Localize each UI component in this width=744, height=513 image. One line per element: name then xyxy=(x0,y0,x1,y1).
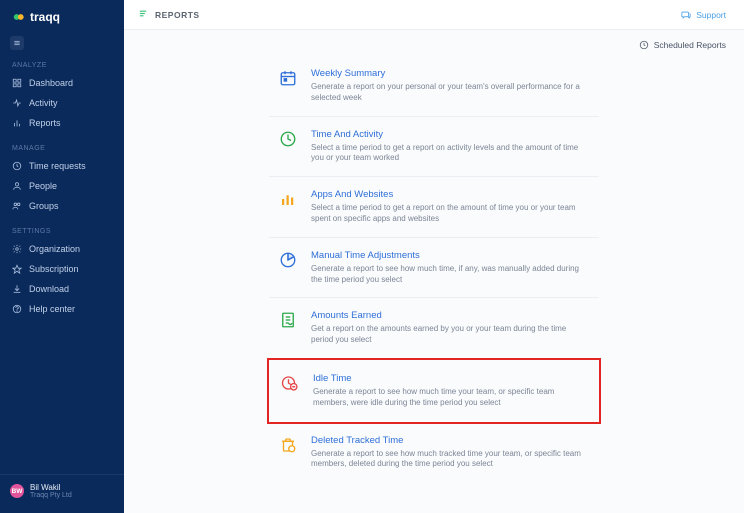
sidebar-item-label: Organization xyxy=(29,244,80,254)
nav-section-manage: MANAGE xyxy=(0,133,124,156)
sidebar-item-label: People xyxy=(29,181,57,191)
sidebar-item-groups[interactable]: Groups xyxy=(0,196,124,216)
receipt-icon xyxy=(279,311,297,329)
support-button[interactable]: Support xyxy=(681,10,726,20)
sidebar-item-label: Reports xyxy=(29,118,61,128)
sidebar-item-people[interactable]: People xyxy=(0,176,124,196)
report-item-amounts-earned[interactable]: Amounts Earned Get a report on the amoun… xyxy=(269,298,599,359)
calendar-icon xyxy=(279,69,297,87)
report-desc: Generate a report to see how much time, … xyxy=(311,264,589,286)
reports-mini-icon xyxy=(138,8,149,22)
pie-icon xyxy=(279,251,297,269)
groups-icon xyxy=(12,201,22,211)
sidebar-item-label: Help center xyxy=(29,304,75,314)
report-item-manual-time-adjustments[interactable]: Manual Time Adjustments Generate a repor… xyxy=(269,238,599,299)
report-desc: Get a report on the amounts earned by yo… xyxy=(311,324,589,346)
report-title: Deleted Tracked Time xyxy=(311,435,589,446)
sidebar: traqq ANALYZE Dashboard Activity Reports… xyxy=(0,0,124,513)
people-icon xyxy=(12,181,22,191)
report-title: Weekly Summary xyxy=(311,68,589,79)
support-label: Support xyxy=(696,10,726,20)
sidebar-item-organization[interactable]: Organization xyxy=(0,239,124,259)
report-title: Amounts Earned xyxy=(311,310,589,321)
report-title: Manual Time Adjustments xyxy=(311,250,589,261)
scheduled-reports-button[interactable]: Scheduled Reports xyxy=(639,40,726,50)
menu-toggle-button[interactable] xyxy=(10,36,24,50)
sidebar-item-time-requests[interactable]: Time requests xyxy=(0,156,124,176)
sidebar-item-download[interactable]: Download xyxy=(0,279,124,299)
report-title: Apps And Websites xyxy=(311,189,589,200)
sidebar-item-label: Activity xyxy=(29,98,58,108)
gear-icon xyxy=(12,244,22,254)
sidebar-item-help[interactable]: Help center xyxy=(0,299,124,319)
sidebar-item-subscription[interactable]: Subscription xyxy=(0,259,124,279)
subheader: Scheduled Reports xyxy=(124,30,744,56)
report-title: Time And Activity xyxy=(311,129,589,140)
report-desc: Generate a report to see how much time y… xyxy=(313,387,587,409)
sidebar-item-label: Subscription xyxy=(29,264,79,274)
user-name: Bil Wakil xyxy=(30,483,72,492)
report-desc: Generate a report to see how much tracke… xyxy=(311,449,589,471)
main: REPORTS Support Scheduled Reports Weekly… xyxy=(124,0,744,513)
idle-icon xyxy=(281,374,299,392)
brand-logo-icon xyxy=(12,10,26,24)
scheduled-label: Scheduled Reports xyxy=(654,40,726,50)
nav-section-analyze: ANALYZE xyxy=(0,50,124,73)
brand[interactable]: traqq xyxy=(0,8,124,32)
clock-icon xyxy=(12,161,22,171)
report-list: Weekly Summary Generate a report on your… xyxy=(269,56,599,482)
page-title: REPORTS xyxy=(155,10,200,20)
report-item-weekly-summary[interactable]: Weekly Summary Generate a report on your… xyxy=(269,56,599,117)
report-item-idle-time[interactable]: Idle Time Generate a report to see how m… xyxy=(267,358,601,424)
bars-icon xyxy=(279,190,297,208)
dashboard-icon xyxy=(12,78,22,88)
sidebar-item-activity[interactable]: Activity xyxy=(0,93,124,113)
reports-icon xyxy=(12,118,22,128)
topbar: REPORTS Support xyxy=(124,0,744,30)
user-menu[interactable]: BW Bil Wakil Traqq Pty Ltd xyxy=(0,474,124,507)
help-icon xyxy=(12,304,22,314)
report-item-time-and-activity[interactable]: Time And Activity Select a time period t… xyxy=(269,117,599,178)
activity-icon xyxy=(12,98,22,108)
sidebar-item-label: Groups xyxy=(29,201,59,211)
brand-name: traqq xyxy=(30,10,60,24)
nav-section-settings: SETTINGS xyxy=(0,216,124,239)
report-item-deleted-tracked-time[interactable]: Deleted Tracked Time Generate a report t… xyxy=(269,423,599,483)
sidebar-item-label: Time requests xyxy=(29,161,86,171)
sidebar-item-reports[interactable]: Reports xyxy=(0,113,124,133)
report-item-apps-and-websites[interactable]: Apps And Websites Select a time period t… xyxy=(269,177,599,238)
sidebar-item-label: Download xyxy=(29,284,69,294)
sidebar-item-label: Dashboard xyxy=(29,78,73,88)
avatar: BW xyxy=(10,484,24,498)
report-title: Idle Time xyxy=(313,373,587,384)
report-desc: Select a time period to get a report on … xyxy=(311,143,589,165)
download-icon xyxy=(12,284,22,294)
sidebar-item-dashboard[interactable]: Dashboard xyxy=(0,73,124,93)
trash-icon xyxy=(279,436,297,454)
report-desc: Generate a report on your personal or yo… xyxy=(311,82,589,104)
report-desc: Select a time period to get a report on … xyxy=(311,203,589,225)
clock-icon xyxy=(279,130,297,148)
user-company: Traqq Pty Ltd xyxy=(30,492,72,499)
star-icon xyxy=(12,264,22,274)
